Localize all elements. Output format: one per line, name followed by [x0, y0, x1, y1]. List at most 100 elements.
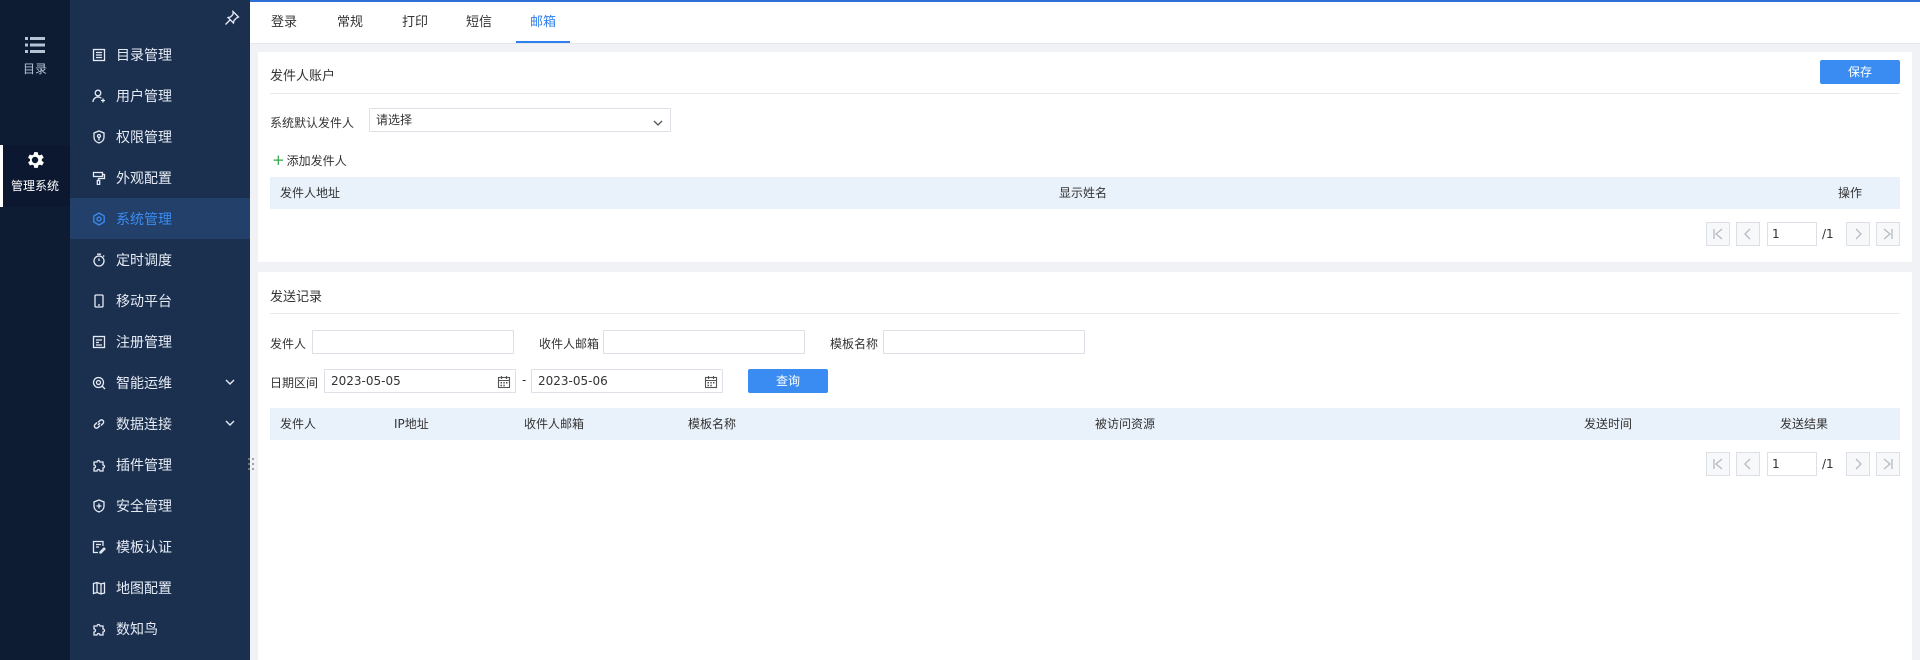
- page-number-input[interactable]: 1: [1767, 222, 1817, 246]
- map-icon: [92, 581, 106, 595]
- query-button[interactable]: 查询: [748, 369, 828, 393]
- tab-print[interactable]: 打印: [393, 2, 437, 43]
- rail-item-catalog[interactable]: 目录: [0, 36, 70, 106]
- sidebar-item-scheduler[interactable]: 定时调度: [70, 239, 250, 280]
- sidebar-item-label: 模板认证: [116, 539, 172, 556]
- column-header: 发送时间: [1584, 417, 1633, 431]
- sender-table-header: 发件人地址 显示姓名 操作: [270, 177, 1900, 209]
- sidebar-item-data-connection[interactable]: 数据连接: [70, 403, 250, 444]
- sidebar-item-system[interactable]: 系统管理: [70, 198, 250, 239]
- add-sender-button[interactable]: + 添加发件人: [272, 151, 347, 169]
- column-header: 操作: [1838, 186, 1863, 200]
- sidebar-item-map[interactable]: 地图配置: [70, 567, 250, 608]
- date-from-input[interactable]: 2023-05-05: [324, 369, 516, 393]
- sidebar-item-label: 注册管理: [116, 334, 172, 351]
- last-page-button[interactable]: [1876, 452, 1900, 476]
- sidebar-item-label: 插件管理: [116, 457, 172, 474]
- records-table-header: 发件人 IP地址 收件人邮箱 模板名称 被访问资源 发送时间 发送结果: [270, 408, 1900, 440]
- user-icon: [92, 89, 106, 103]
- next-page-button[interactable]: [1846, 222, 1870, 246]
- main-content: 登录 常规 打印 短信 邮箱 发件人账户 保存 系统默认发件人 请选择 + 添加发…: [247, 0, 1920, 660]
- column-header: 收件人邮箱: [524, 417, 585, 431]
- prev-page-button[interactable]: [1736, 222, 1760, 246]
- date-from-value: 2023-05-05: [331, 374, 401, 388]
- ops-icon: [92, 376, 106, 390]
- link-icon: [92, 417, 106, 431]
- tab-sms[interactable]: 短信: [457, 2, 501, 43]
- chevron-down-icon[interactable]: [224, 417, 236, 429]
- plus-icon: +: [272, 151, 285, 169]
- date-to-value: 2023-05-06: [538, 374, 608, 388]
- sidebar-item-mobile[interactable]: 移动平台: [70, 280, 250, 321]
- sidebar-item-label: 定时调度: [116, 252, 172, 269]
- sidebar-item-appearance[interactable]: 外观配置: [70, 157, 250, 198]
- divider: [270, 93, 1900, 94]
- sidebar-item-label: 地图配置: [116, 580, 172, 597]
- shield-plus-icon: [92, 498, 106, 513]
- page-total: /1: [1822, 457, 1834, 471]
- sidebar-item-label: 系统管理: [116, 211, 172, 228]
- sidebar-item-label: 智能运维: [116, 375, 172, 392]
- sidebar-item-label: 目录管理: [116, 47, 172, 64]
- recipient-filter-label: 收件人邮箱: [539, 337, 600, 351]
- column-header: 显示姓名: [1059, 186, 1108, 200]
- sidebar-item-label: 移动平台: [116, 293, 172, 310]
- template-filter-label: 模板名称: [830, 337, 879, 351]
- next-page-button[interactable]: [1846, 452, 1870, 476]
- column-header: 发件人地址: [280, 186, 341, 200]
- sidebar-item-label: 外观配置: [116, 170, 172, 187]
- list-icon: [0, 36, 70, 54]
- sidebar-item-ops[interactable]: 智能运维: [70, 362, 250, 403]
- sidebar: 目录管理 用户管理 权限管理 外观配置 系统管理 定时调度 移动平台 注册管理: [70, 0, 250, 660]
- sidebar-menu: 目录管理 用户管理 权限管理 外观配置 系统管理 定时调度 移动平台 注册管理: [70, 34, 250, 649]
- sidebar-item-template-auth[interactable]: 模板认证: [70, 526, 250, 567]
- template-filter-input[interactable]: [883, 330, 1085, 354]
- recipient-filter-input[interactable]: [603, 330, 805, 354]
- chevron-down-icon[interactable]: [224, 376, 236, 388]
- default-sender-select[interactable]: 请选择: [369, 108, 671, 132]
- first-page-button[interactable]: [1706, 222, 1730, 246]
- rail-label-catalog: 目录: [22, 62, 47, 76]
- template-icon: [92, 540, 106, 554]
- sidebar-item-label: 权限管理: [116, 129, 172, 146]
- app-rail: 目录 管理系统: [0, 0, 70, 660]
- date-to-input[interactable]: 2023-05-06: [531, 369, 723, 393]
- send-records-panel: 发送记录 发件人 收件人邮箱 模板名称 日期区间 2023-05-05 - 20…: [258, 272, 1912, 660]
- rail-item-management[interactable]: 管理系统: [0, 145, 70, 207]
- sidebar-item-plugins[interactable]: 插件管理: [70, 444, 250, 485]
- sidebar-item-registration[interactable]: 注册管理: [70, 321, 250, 362]
- add-sender-label: 添加发件人: [286, 154, 347, 168]
- sender-filter-input[interactable]: [312, 330, 514, 354]
- sidebar-item-catalog[interactable]: 目录管理: [70, 34, 250, 75]
- date-range-label: 日期区间: [270, 376, 319, 390]
- sender-filter-label: 发件人: [270, 337, 307, 351]
- sidebar-item-label: 数据连接: [116, 416, 172, 433]
- date-separator: -: [522, 373, 527, 387]
- book-icon: [92, 48, 106, 62]
- rail-label-management: 管理系统: [10, 179, 59, 193]
- gear-icon: [92, 211, 106, 226]
- sidebar-item-bird[interactable]: 数知鸟: [70, 608, 250, 649]
- page-number-input[interactable]: 1: [1767, 452, 1817, 476]
- calendar-icon[interactable]: [704, 374, 718, 389]
- calendar-icon[interactable]: [497, 374, 511, 389]
- save-button[interactable]: 保存: [1820, 60, 1900, 84]
- tab-general[interactable]: 常规: [328, 2, 372, 43]
- settings-tabs: 登录 常规 打印 短信 邮箱: [250, 2, 1920, 44]
- column-header: 被访问资源: [1095, 417, 1156, 431]
- sidebar-item-permissions[interactable]: 权限管理: [70, 116, 250, 157]
- pin-icon[interactable]: [224, 9, 240, 26]
- sidebar-item-label: 数知鸟: [116, 621, 158, 638]
- divider: [270, 313, 1900, 314]
- last-page-button[interactable]: [1876, 222, 1900, 246]
- tab-login[interactable]: 登录: [262, 2, 306, 43]
- tab-email[interactable]: 邮箱: [516, 2, 570, 43]
- prev-page-button[interactable]: [1736, 452, 1760, 476]
- first-page-button[interactable]: [1706, 452, 1730, 476]
- sender-pager: 1 /1: [1706, 222, 1900, 246]
- sidebar-item-users[interactable]: 用户管理: [70, 75, 250, 116]
- drag-handle-icon[interactable]: [247, 457, 255, 471]
- column-header: IP地址: [394, 417, 429, 431]
- column-header: 发件人: [280, 417, 317, 431]
- sidebar-item-security[interactable]: 安全管理: [70, 485, 250, 526]
